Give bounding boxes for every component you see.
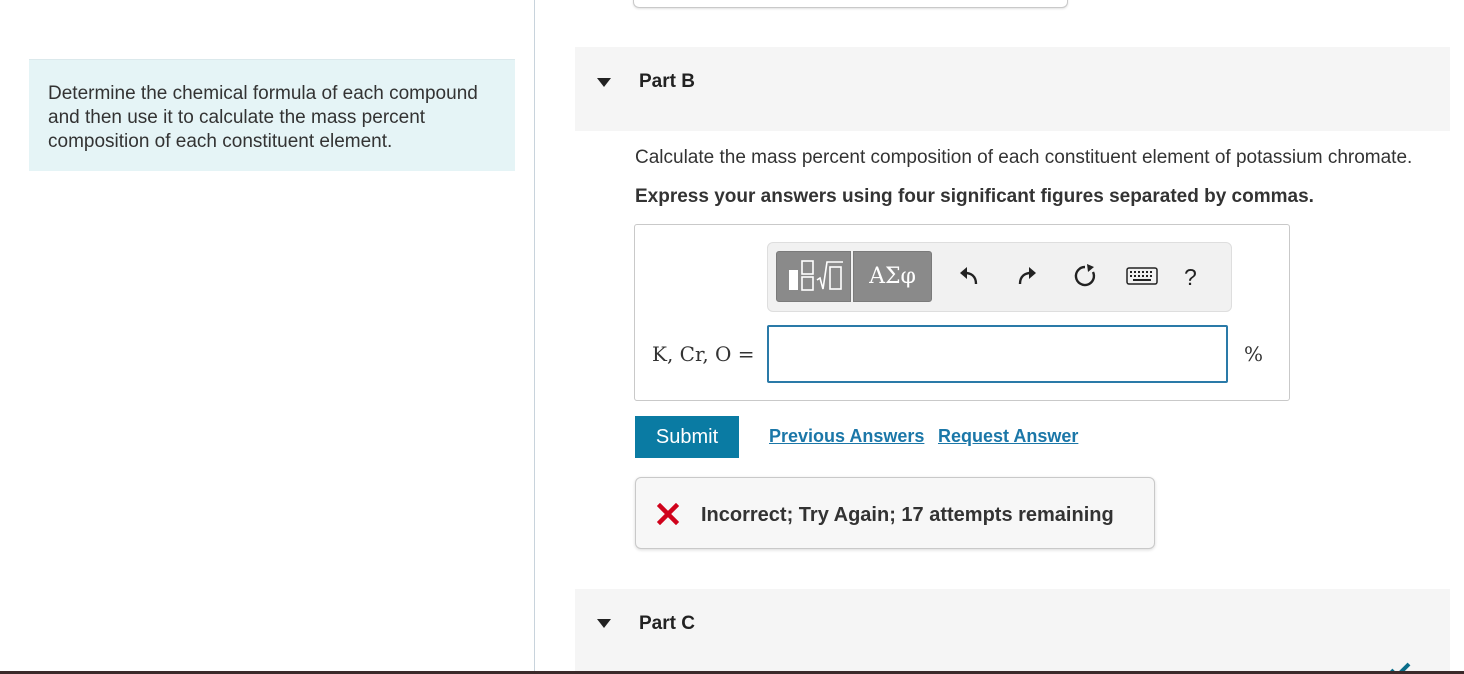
collapse-caret-icon[interactable] <box>597 78 611 87</box>
undo-icon[interactable] <box>954 261 984 291</box>
help-icon[interactable]: ? <box>1184 264 1197 291</box>
answer-box: ΑΣφ ? K, Cr, O = % <box>634 224 1290 401</box>
equation-label: K, Cr, O = <box>652 342 755 366</box>
feedback-box: Incorrect; Try Again; 17 attempts remain… <box>635 477 1155 549</box>
left-panel: Determine the chemical formula of each c… <box>0 0 535 674</box>
question-text: Calculate the mass percent composition o… <box>635 147 1413 168</box>
intro-text: Determine the chemical formula of each c… <box>48 83 478 152</box>
submit-button[interactable]: Submit <box>635 416 739 458</box>
previous-answers-link[interactable]: Previous Answers <box>769 426 924 447</box>
expand-caret-icon[interactable] <box>597 619 611 628</box>
reset-icon[interactable] <box>1070 261 1100 291</box>
part-c-title[interactable]: Part C <box>639 613 695 635</box>
redo-icon[interactable] <box>1012 261 1042 291</box>
incorrect-x-icon <box>657 503 679 525</box>
feedback-text: Incorrect; Try Again; 17 attempts remain… <box>701 504 1114 526</box>
answer-input[interactable] <box>767 325 1228 383</box>
templates-button[interactable] <box>776 251 851 302</box>
unit-label: % <box>1244 342 1264 366</box>
request-answer-link[interactable]: Request Answer <box>938 426 1078 447</box>
symbols-button[interactable]: ΑΣφ <box>853 251 932 302</box>
templates-icon <box>789 260 843 291</box>
keyboard-icon[interactable] <box>1124 261 1160 291</box>
math-toolbar: ΑΣφ ? <box>767 242 1232 312</box>
part-b-header[interactable]: Part B <box>575 47 1450 131</box>
previous-part-card <box>633 0 1068 8</box>
part-b-title[interactable]: Part B <box>639 71 695 93</box>
intro-box: Determine the chemical formula of each c… <box>29 59 515 171</box>
instruction-text: Express your answers using four signific… <box>635 186 1314 207</box>
part-c-header[interactable]: Part C <box>575 589 1450 674</box>
